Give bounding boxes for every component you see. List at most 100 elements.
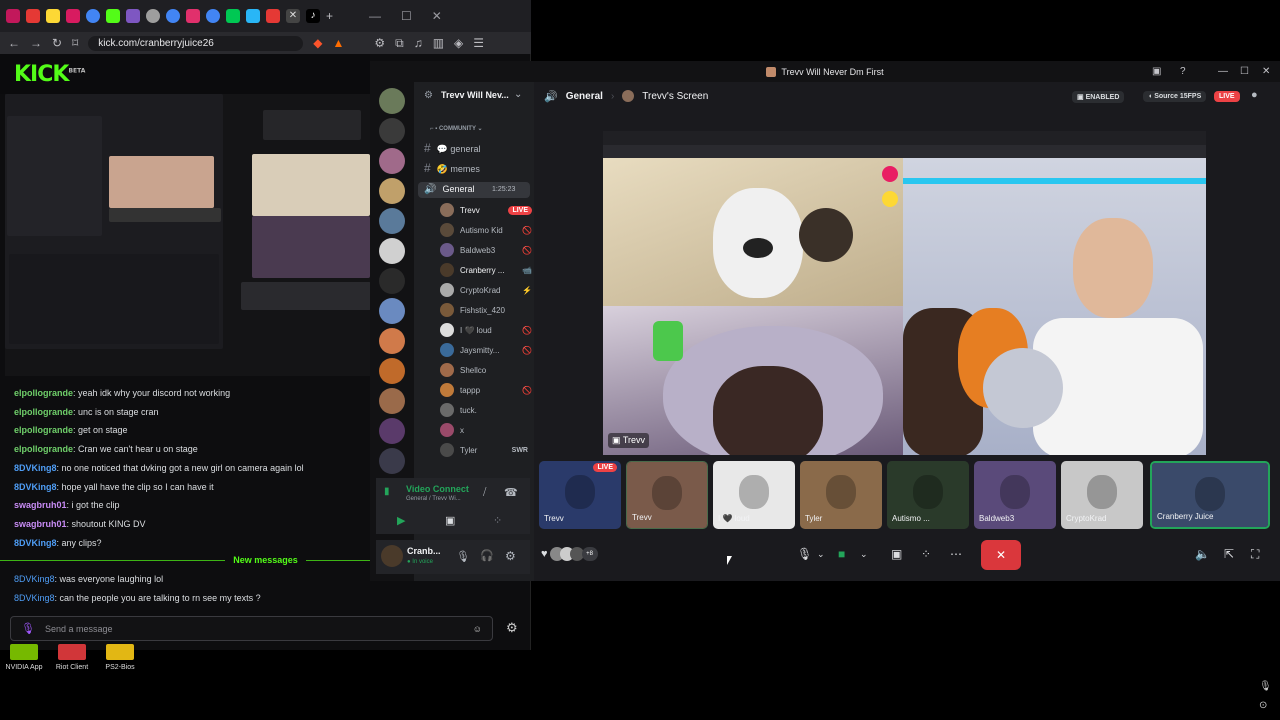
volume-icon[interactable]: 🔈 — [1195, 547, 1210, 561]
stage-channel-name[interactable]: General — [566, 91, 603, 102]
tab-favicon-icon[interactable] — [166, 9, 180, 23]
tiktok-tab-icon[interactable]: ♪ — [306, 9, 320, 23]
voice-connected-label[interactable]: Video Connect — [406, 484, 469, 494]
server-icon[interactable] — [379, 238, 405, 264]
disconnect-icon[interactable]: ☎ — [504, 486, 518, 499]
server-icon[interactable] — [379, 328, 405, 354]
server-name[interactable]: Trevv Will Nev... — [441, 90, 509, 100]
tab-favicon-icon[interactable] — [226, 9, 240, 23]
participant-tile[interactable]: I 🖤 loud — [713, 461, 795, 529]
voice-member[interactable]: I 🖤 loud 🚫 — [440, 322, 532, 338]
reaction-avatars[interactable]: ♥ +8 — [541, 547, 598, 561]
voice-member[interactable]: CryptoKrad ⚡ — [440, 282, 532, 298]
new-tab-icon[interactable]: + — [326, 9, 333, 23]
voice-member[interactable]: tappp 🚫 — [440, 382, 532, 398]
chat-input[interactable]: 🎙 Send a message ☺ — [10, 616, 493, 641]
chat-username[interactable]: swagbruh01 — [14, 519, 67, 529]
tab-favicon-icon[interactable] — [46, 9, 60, 23]
participant-tile[interactable]: CryptoKrad — [1061, 461, 1143, 529]
maximize-icon[interactable]: ☐ — [1240, 66, 1249, 77]
avatar[interactable] — [381, 545, 403, 567]
chat-username[interactable]: elpollogrande — [14, 388, 73, 398]
voice-member[interactable]: Jaysmitty... 🚫 — [440, 342, 532, 358]
chevron-down-icon[interactable]: ⌄ — [860, 549, 868, 560]
tab-favicon-icon[interactable] — [206, 9, 220, 23]
media-icon[interactable]: ♫ — [414, 36, 423, 50]
tab-favicon-icon[interactable] — [86, 9, 100, 23]
emoji-icon[interactable]: ☺ — [473, 624, 482, 634]
more-options-icon[interactable]: ⋯ — [950, 547, 962, 561]
microphone-icon[interactable]: 🎙 — [797, 547, 812, 561]
kick-logo[interactable]: KICKBETA — [14, 62, 85, 87]
brave-shield-icon[interactable]: ◆ — [313, 36, 322, 50]
server-icon[interactable] — [379, 448, 405, 474]
screen-share-icon[interactable]: ▣ — [891, 547, 902, 561]
inbox-icon[interactable]: ▣ — [1152, 66, 1161, 77]
participant-tile[interactable]: Trevv LIVE — [539, 461, 621, 529]
close-window-icon[interactable]: ✕ — [432, 9, 442, 23]
chat-username[interactable]: 8DVKing8 — [14, 574, 55, 584]
screen-share-icon[interactable]: ▣ — [445, 514, 455, 527]
participant-tile[interactable]: Autismo ... — [887, 461, 969, 529]
voice-member[interactable]: Trevv LIVE — [440, 202, 532, 218]
user-settings-icon[interactable]: ⚙ — [505, 549, 516, 563]
tray-microphone-icon[interactable]: 🎙 — [1259, 681, 1272, 692]
server-icon[interactable] — [379, 88, 405, 114]
chat-username[interactable]: elpollogrande — [14, 444, 73, 454]
activities-icon[interactable]: ⁘ — [921, 547, 931, 561]
tab-favicon-icon[interactable] — [26, 9, 40, 23]
participant-tile[interactable]: Cranberry Juice — [1150, 461, 1270, 529]
tab-favicon-icon[interactable] — [6, 9, 20, 23]
tab-favicon-icon[interactable] — [266, 9, 280, 23]
participant-tile[interactable]: Baldweb3 — [974, 461, 1056, 529]
camera-icon[interactable]: ■ — [838, 547, 845, 561]
sidebar-icon[interactable]: ▥ — [433, 36, 444, 50]
username[interactable]: Cranb... — [407, 546, 441, 556]
server-icon[interactable] — [379, 268, 405, 294]
tab-favicon-icon[interactable] — [106, 9, 120, 23]
voice-member[interactable]: Shellco — [440, 362, 532, 378]
chat-username[interactable]: elpollogrande — [14, 407, 73, 417]
category-header[interactable]: ⌐ ▪ COMMUNITY ⌄ — [430, 125, 483, 132]
server-icon[interactable] — [379, 118, 405, 144]
help-icon[interactable]: ? — [1180, 66, 1186, 77]
voice-channel-path[interactable]: General / Trevv Wi... — [406, 496, 461, 502]
fullscreen-icon[interactable]: ⛶ — [1251, 547, 1259, 562]
url-field[interactable]: kick.com/cranberryjuice26 — [88, 35, 304, 51]
rewards-icon[interactable]: ▲ — [332, 36, 344, 50]
maximize-icon[interactable]: ☐ — [401, 9, 412, 23]
server-icon[interactable] — [379, 418, 405, 444]
desktop-shortcut[interactable]: NVIDIA App — [0, 644, 48, 671]
voice-member[interactable]: Fishstix_420 — [440, 302, 532, 318]
chat-username[interactable]: 8DVKing8 — [14, 538, 57, 548]
close-window-icon[interactable]: ✕ — [1262, 66, 1270, 77]
voice-member[interactable]: Autismo Kid 🚫 — [440, 222, 532, 238]
back-icon[interactable]: ← — [8, 36, 20, 50]
server-icon[interactable] — [379, 148, 405, 174]
participant-tile[interactable]: Trevv — [626, 461, 708, 529]
desktop-shortcut[interactable]: Riot Client — [48, 644, 96, 671]
chat-username[interactable]: 8DVKing8 — [14, 482, 57, 492]
source-quality-badge[interactable]: ◖ Source 15FPS — [1143, 91, 1207, 102]
extension-icon[interactable]: ⚙ — [374, 36, 385, 50]
participant-tile[interactable]: Tyler — [800, 461, 882, 529]
pop-out-icon[interactable]: ⇱ — [1224, 547, 1234, 561]
mic-icon[interactable]: 🎙 — [456, 550, 470, 563]
screen-share-video[interactable]: ▣ Trevv — [603, 131, 1206, 455]
camera-icon[interactable]: ▶ — [397, 514, 405, 527]
extensions-icon[interactable]: ⧉ — [395, 36, 404, 51]
end-call-button[interactable]: ✕ — [981, 540, 1021, 570]
menu-icon[interactable]: ☰ — [473, 36, 484, 50]
tab-favicon-icon[interactable] — [146, 9, 160, 23]
desktop-shortcut[interactable]: PS2-Bios — [96, 644, 144, 671]
noise-suppression-icon[interactable]: ⧸ — [483, 487, 486, 498]
activities-icon[interactable]: ⁘ — [493, 514, 502, 527]
tray-settings-icon[interactable]: ⊙ — [1259, 700, 1267, 711]
server-icon[interactable] — [379, 358, 405, 384]
channel-memes[interactable]: # 🤣 memes — [424, 161, 480, 175]
server-icon[interactable] — [379, 388, 405, 414]
chat-username[interactable]: swagbruh01 — [14, 500, 67, 510]
bookmark-icon[interactable]: ⌑ — [72, 36, 78, 50]
server-icon[interactable] — [379, 298, 405, 324]
channel-general[interactable]: # 💬 general — [424, 141, 480, 155]
